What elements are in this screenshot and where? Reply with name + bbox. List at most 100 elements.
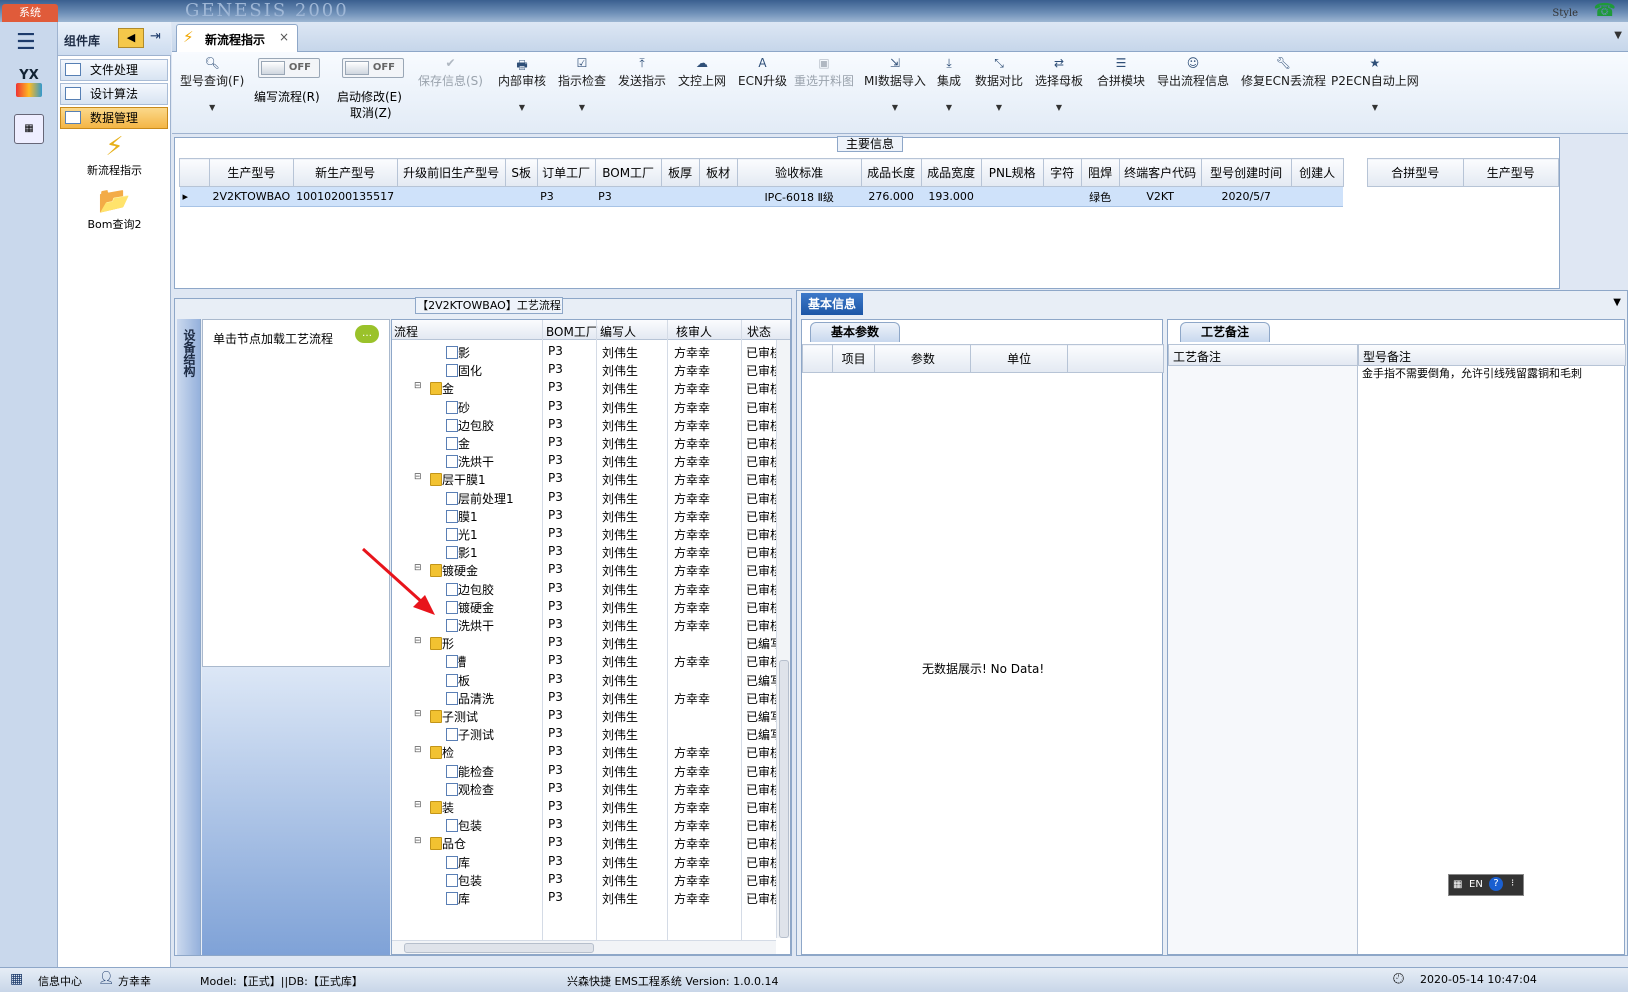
collapse-icon[interactable]: ⊟ xyxy=(414,836,422,846)
process-row[interactable]: 显影1 P3 刘伟生 方幸幸 已审核 xyxy=(392,542,782,560)
process-row[interactable]: 成品清洗 P3 刘伟生 方幸幸 已审核 xyxy=(392,688,782,706)
col-header[interactable]: 创建人 xyxy=(1290,158,1344,187)
save-info-button[interactable]: ✔ 保存信息(S) xyxy=(418,56,483,89)
process-row[interactable]: ⊟ 包装 P3 刘伟生 方幸幸 已审核 xyxy=(392,797,782,815)
scrollbar-thumb[interactable] xyxy=(404,943,594,953)
col-header-param[interactable]: 参数 xyxy=(874,344,972,373)
process-row[interactable]: 喷砂 P3 刘伟生 方幸幸 已审核 xyxy=(392,397,782,415)
ecn-upgrade-button[interactable]: A ECN升级 xyxy=(738,56,787,89)
instruction-check-button[interactable]: ☑ 指示检查 ▼ xyxy=(558,56,606,112)
process-row[interactable]: 外包装 P3 刘伟生 方幸幸 已审核 xyxy=(392,870,782,888)
lib-item-file-processing[interactable]: 文件处理 xyxy=(60,59,168,81)
exit-icon[interactable]: ⇥ xyxy=(150,29,161,44)
cancel-button[interactable]: 取消(Z) xyxy=(350,104,392,121)
calculator-icon[interactable]: ▦ xyxy=(14,114,44,144)
process-row[interactable]: 贴膜1 P3 刘伟生 方幸幸 已审核 xyxy=(392,506,782,524)
merge-col-header[interactable]: 合拼型号 xyxy=(1367,158,1464,187)
col-header-reviewer[interactable]: 核审人 xyxy=(676,323,712,340)
collapse-icon[interactable]: ⊟ xyxy=(414,709,422,719)
process-row[interactable]: ⊟ 外形 P3 刘伟生 已编写 xyxy=(392,633,782,651)
table-cell[interactable]: 10010200135517 xyxy=(293,186,398,207)
options-icon[interactable]: ⁝ xyxy=(1511,878,1514,889)
process-row[interactable]: 沉金 P3 刘伟生 方幸幸 已审核 xyxy=(392,433,782,451)
col-header-item[interactable]: 项目 xyxy=(832,344,876,373)
lib-item-design-algorithm[interactable]: 设计算法 xyxy=(60,83,168,105)
table-cell[interactable]: 193.000 xyxy=(921,186,982,207)
process-remark-textarea[interactable] xyxy=(1168,366,1358,954)
style-menu[interactable]: Style xyxy=(1552,8,1578,19)
start-modify-toggle[interactable]: OFF xyxy=(342,58,404,78)
col-header[interactable]: 板材 xyxy=(698,158,738,187)
table-cell[interactable]: IPC-6018 Ⅱ级 xyxy=(737,186,862,207)
language-bar[interactable]: ▦ EN ? ⁝ xyxy=(1448,874,1524,896)
col-header[interactable]: BOM工厂 xyxy=(594,158,662,187)
col-header[interactable]: 型号创建时间 xyxy=(1200,158,1292,187)
system-menu-tab[interactable]: 系统 xyxy=(2,4,58,22)
table-cell[interactable] xyxy=(505,186,538,207)
dropdown-arrow-icon[interactable]: ▼ xyxy=(1035,103,1083,112)
table-cell[interactable]: V2KT xyxy=(1119,186,1202,207)
process-row[interactable]: 电子测试 P3 刘伟生 已编写 xyxy=(392,724,782,742)
process-row[interactable]: ⊟ 外层干膜1 P3 刘伟生 方幸幸 已审核 xyxy=(392,469,782,487)
process-row[interactable]: 显影 P3 刘伟生 方幸幸 已审核 xyxy=(392,342,782,360)
dropdown-arrow-icon[interactable]: ▼ xyxy=(937,103,961,112)
data-compare-button[interactable]: ⤡ 数据对比 ▼ xyxy=(975,56,1023,112)
tool-new-flow-instruction[interactable]: ⚡ 新流程指示 xyxy=(58,132,171,178)
collapse-icon[interactable]: ⊟ xyxy=(414,636,422,646)
integrate-button[interactable]: ⤓ 集成 ▼ xyxy=(937,56,961,112)
process-row[interactable]: ⊟ 电镀硬金 P3 刘伟生 方幸幸 已审核 xyxy=(392,560,782,578)
p2ecn-upload-button[interactable]: ★ P2ECN自动上网 ▼ xyxy=(1331,56,1419,112)
process-row[interactable]: 板边包胶 P3 刘伟生 方幸幸 已审核 xyxy=(392,579,782,597)
table-cell[interactable]: 2V2KTOWBAO xyxy=(209,186,294,207)
reselect-cutting-button[interactable]: ▣ 重选开料图 xyxy=(794,56,854,89)
table-cell[interactable] xyxy=(397,186,506,207)
process-row[interactable]: 铣板 P3 刘伟生 已编写 xyxy=(392,670,782,688)
process-row[interactable]: 电镀硬金 P3 刘伟生 方幸幸 已审核 xyxy=(392,597,782,615)
mi-import-button[interactable]: ⇲ MI数据导入 ▼ xyxy=(864,56,926,112)
grid-icon[interactable]: ▦ xyxy=(10,971,23,987)
table-cell[interactable]: P3 xyxy=(537,186,596,207)
close-icon[interactable]: × xyxy=(279,30,289,44)
merge-module-button[interactable]: ☰ 合拼模块 xyxy=(1097,56,1145,89)
chevron-down-icon[interactable]: ▼ xyxy=(1614,30,1622,41)
horizontal-scrollbar[interactable] xyxy=(392,940,776,954)
col-header[interactable]: 验收标准 xyxy=(736,158,862,187)
process-row[interactable]: ⊟ 终检 P3 刘伟生 方幸幸 已审核 xyxy=(392,742,782,760)
process-row[interactable]: 出库 P3 刘伟生 方幸幸 已审核 xyxy=(392,888,782,906)
chevron-down-icon[interactable]: ▼ xyxy=(1613,297,1621,308)
col-header[interactable]: 成品长度 xyxy=(860,158,922,187)
lib-item-data-management[interactable]: 数据管理 xyxy=(60,107,168,129)
process-row[interactable]: 曝光1 P3 刘伟生 方幸幸 已审核 xyxy=(392,524,782,542)
col-header[interactable]: 升级前旧生产型号 xyxy=(396,158,506,187)
model-query-button[interactable]: 🔍︎ 型号查询(F) ▼ xyxy=(180,56,244,112)
vertical-tab[interactable]: 设备结构 xyxy=(177,319,201,955)
process-row[interactable]: 功能检查 P3 刘伟生 方幸幸 已审核 xyxy=(392,761,782,779)
select-motherboard-button[interactable]: ⇄ 选择母板 ▼ xyxy=(1035,56,1083,112)
table-cell[interactable] xyxy=(699,186,738,207)
process-row[interactable]: 入库 P3 刘伟生 方幸幸 已审核 xyxy=(392,852,782,870)
doc-upload-button[interactable]: ☁ 文控上网 xyxy=(678,56,726,89)
vertical-scrollbar[interactable] xyxy=(776,340,790,938)
col-header[interactable]: 阻焊 xyxy=(1080,158,1120,187)
process-row[interactable]: 终固化 P3 刘伟生 方幸幸 已审核 xyxy=(392,360,782,378)
process-row[interactable]: ⊟ 沉金 P3 刘伟生 方幸幸 已审核 xyxy=(392,378,782,396)
table-cell[interactable] xyxy=(661,186,700,207)
collapse-icon[interactable]: ⊟ xyxy=(414,745,422,755)
col-header[interactable]: 成品宽度 xyxy=(920,158,982,187)
col-header[interactable]: 字符 xyxy=(1042,158,1082,187)
process-row[interactable]: 水洗烘干 P3 刘伟生 方幸幸 已审核 xyxy=(392,615,782,633)
tab-basic-params[interactable]: 基本参数 xyxy=(810,322,900,342)
process-row[interactable]: 内包装 P3 刘伟生 方幸幸 已审核 xyxy=(392,815,782,833)
process-row[interactable]: ⊟ 成品仓 P3 刘伟生 方幸幸 已审核 xyxy=(392,833,782,851)
process-row[interactable]: 外层前处理1 P3 刘伟生 方幸幸 已审核 xyxy=(392,488,782,506)
col-header[interactable]: 终端客户代码 xyxy=(1118,158,1202,187)
merge-col-header[interactable]: 生产型号 xyxy=(1462,158,1559,187)
export-flow-button[interactable]: ☺ 导出流程信息 xyxy=(1157,56,1229,89)
process-row[interactable]: 水洗烘干 P3 刘伟生 方幸幸 已审核 xyxy=(392,451,782,469)
dropdown-arrow-icon[interactable]: ▼ xyxy=(558,103,606,112)
table-cell[interactable]: 2020/5/7 xyxy=(1201,186,1292,207)
process-row[interactable]: V槽P3刘伟生方幸幸已审核 xyxy=(392,651,782,669)
menu-icon[interactable]: ☰ xyxy=(16,30,36,55)
info-center-link[interactable]: 信息中心 xyxy=(38,973,82,989)
phone-icon[interactable]: ☎ xyxy=(1594,0,1616,21)
